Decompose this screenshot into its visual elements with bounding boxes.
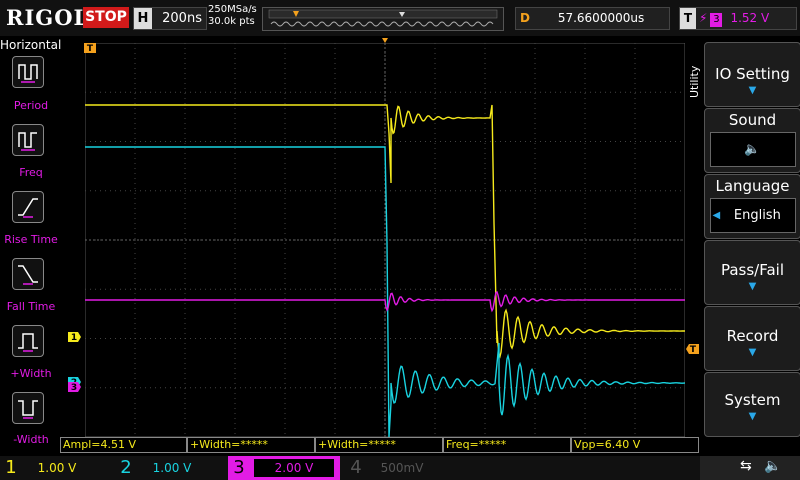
rise-time-label: Rise Time — [4, 233, 58, 246]
record-button[interactable]: Record ▼ — [704, 306, 800, 371]
channel-bar: 1 1.00 V 2 1.00 V 3 2.00 V 4 500mV ⇆ 🔈 — [0, 456, 800, 480]
sound-label: Sound — [728, 111, 777, 129]
ch2-scale: 1.00 V — [152, 461, 192, 475]
timebase-display[interactable]: H 200ns — [133, 7, 207, 30]
sample-rate: 250MSa/s — [208, 4, 257, 15]
language-button[interactable]: Language ◀ English — [704, 174, 800, 239]
brand-logo: RIGOL — [6, 5, 90, 30]
delay-value: 57.6600000us — [557, 11, 645, 25]
system-label: System — [724, 391, 781, 409]
delay-label: D — [520, 11, 530, 25]
freq-label: Freq — [19, 166, 43, 179]
ch1-number: 1 — [5, 457, 17, 478]
positive-width-button[interactable] — [12, 325, 44, 357]
usb-icon: ⇆ — [740, 458, 752, 474]
ch2-tab[interactable]: 2 1.00 V — [115, 456, 227, 480]
ch1-offset-marker: 1 — [68, 332, 81, 343]
submenu-arrow-icon: ▼ — [748, 85, 757, 96]
measurement-freq: Freq=***** — [443, 437, 571, 453]
ch1-scale: 1.00 V — [37, 461, 77, 475]
menu-title: Horizontal — [0, 38, 62, 52]
positive-width-label: +Width — [10, 367, 52, 380]
negative-width-label: -Width — [13, 433, 49, 446]
pass-fail-button[interactable]: Pass/Fail ▼ — [704, 240, 800, 305]
status-icons: ⇆ 🔈 — [700, 456, 800, 480]
delay-display[interactable]: D 57.6600000us — [515, 7, 670, 30]
status-bar: RIGOL STOP H 200ns 250MSa/s 30.0k pts D … — [0, 0, 800, 36]
ch4-scale: 500mV — [380, 461, 424, 475]
ch3-tab-active[interactable]: 3 2.00 V — [228, 456, 340, 480]
horizontal-label: H — [134, 8, 152, 29]
measurement-vpp: Vpp=6.40 V — [571, 437, 699, 453]
fall-time-button[interactable] — [12, 258, 44, 290]
utility-side-label: Utility — [688, 65, 701, 98]
record-label: Record — [726, 327, 779, 345]
trigger-level-marker: T — [686, 344, 699, 355]
submenu-arrow-icon: ▼ — [748, 281, 757, 292]
trigger-display[interactable]: T ⚡ 3 1.52 V — [679, 7, 797, 30]
ch4-tab[interactable]: 4 500mV — [345, 456, 457, 480]
language-select[interactable]: ◀ English — [709, 198, 796, 233]
ch3-scale: 2.00 V — [254, 459, 334, 477]
utility-menu: IO Setting ▼ Sound 🔈 Language ◀ English P… — [703, 36, 800, 456]
ch3-offset-marker-text: 3 — [71, 383, 77, 393]
grid-markers: T 1 2 3 T — [68, 38, 699, 393]
ch2-number: 2 — [120, 457, 132, 478]
period-label: Period — [13, 99, 49, 112]
language-value: English — [733, 208, 781, 223]
measurement-bar: Ampl=4.51 V +Width=***** +Width=***** Fr… — [60, 437, 700, 453]
rise-time-icon — [18, 198, 38, 218]
io-setting-button[interactable]: IO Setting ▼ — [704, 42, 800, 107]
trigger-time-marker — [382, 38, 388, 43]
submenu-arrow-icon: ▼ — [748, 347, 757, 358]
trigger-label-marker-left: T — [84, 43, 96, 54]
measurement-pos-width-2: +Width=***** — [315, 437, 443, 453]
measurement-ampl: Ampl=4.51 V — [60, 437, 187, 453]
ch4-number: 4 — [350, 457, 362, 478]
language-label: Language — [715, 177, 790, 195]
timebase-value: 200ns — [162, 11, 202, 26]
negative-width-button[interactable] — [12, 392, 44, 424]
memory-overview-bar[interactable] — [262, 7, 504, 31]
ch1-tab[interactable]: 1 1.00 V — [0, 456, 112, 480]
fall-time-label: Fall Time — [6, 300, 56, 313]
measurement-pos-width-1: +Width=***** — [187, 437, 315, 453]
pass-fail-label: Pass/Fail — [720, 261, 785, 279]
negative-width-icon — [18, 400, 38, 419]
acquisition-info: 250MSa/s 30.0k pts — [208, 4, 257, 28]
ch1-offset-marker-text: 1 — [71, 333, 77, 343]
trigger-level-marker-text: T — [690, 345, 697, 355]
rise-time-button[interactable] — [12, 191, 44, 223]
left-arrow-icon: ◀ — [712, 210, 721, 221]
freq-button[interactable] — [12, 124, 44, 156]
speaker-icon: 🔈 — [744, 142, 761, 157]
memory-overview-waveform — [268, 9, 498, 27]
speaker-icon: 🔈 — [764, 458, 782, 474]
submenu-arrow-icon: ▼ — [748, 411, 757, 422]
fall-time-icon — [18, 265, 38, 285]
trigger-level: 1.52 V — [730, 11, 770, 25]
memory-depth: 30.0k pts — [208, 16, 255, 27]
sound-button[interactable]: Sound 🔈 — [704, 108, 800, 173]
trigger-source: 3 — [710, 13, 723, 27]
sound-toggle[interactable]: 🔈 — [709, 132, 796, 167]
period-icon — [18, 64, 38, 83]
period-button[interactable] — [12, 56, 44, 88]
system-button[interactable]: System ▼ — [704, 372, 800, 437]
positive-width-icon — [18, 333, 38, 352]
io-setting-label: IO Setting — [715, 65, 790, 83]
frequency-icon — [18, 132, 37, 151]
trigger-label-marker-left-text: T — [87, 44, 94, 54]
rising-edge-icon: ⚡ — [699, 11, 708, 25]
run-stop-button[interactable]: STOP — [83, 7, 129, 28]
horizontal-measure-menu: Horizontal Period Freq Rise Time Fall Ti… — [0, 36, 62, 456]
ch3-number: 3 — [228, 456, 250, 480]
trigger-label: T — [680, 8, 696, 29]
